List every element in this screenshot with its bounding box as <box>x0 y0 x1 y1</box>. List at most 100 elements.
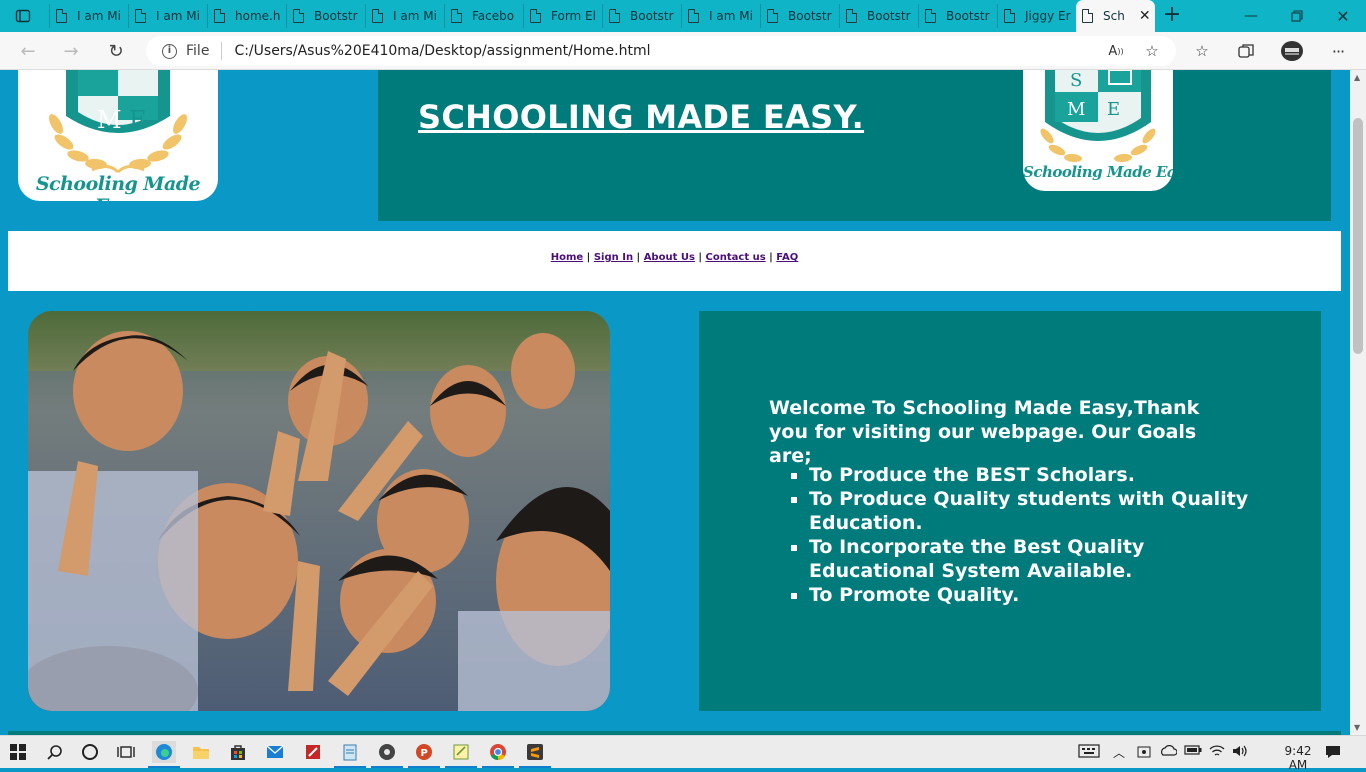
logo-letter: S <box>1070 70 1082 91</box>
onedrive-icon[interactable] <box>1159 744 1178 760</box>
file-explorer-icon[interactable] <box>189 741 213 763</box>
nav-link-contact-us[interactable]: Contact us <box>706 252 766 263</box>
browser-tab[interactable]: Facebo <box>444 4 523 28</box>
new-tab-button[interactable]: + <box>1160 4 1184 28</box>
goals-list: To Produce the BEST Scholars. To Produce… <box>809 463 1269 607</box>
logo-left: M E Schooling Made Easy <box>18 70 218 201</box>
document-icon <box>925 9 936 23</box>
scroll-up-icon[interactable]: ▲ <box>1354 73 1360 82</box>
browser-tab[interactable]: Bootstr <box>760 4 839 28</box>
address-divider <box>221 42 223 60</box>
goal-item: To Produce Quality students with Quality… <box>809 487 1269 535</box>
close-window-icon[interactable]: ✕ <box>1320 0 1366 32</box>
read-aloud-icon[interactable]: A)) <box>1104 40 1128 62</box>
windows-start-icon[interactable] <box>6 741 30 763</box>
scroll-down-icon[interactable]: ▼ <box>1354 723 1360 732</box>
banner-title: SCHOOLING MADE EASY. <box>418 98 865 136</box>
media-player-icon[interactable] <box>371 741 403 768</box>
logo-caption: Schooling Made Easy <box>35 173 201 201</box>
document-icon <box>530 9 541 23</box>
welcome-panel: Welcome To Schooling Made Easy,Thank you… <box>699 311 1321 711</box>
browser-tab[interactable]: Jiggy Er <box>997 4 1076 28</box>
nav-link-faq[interactable]: FAQ <box>776 252 798 263</box>
goal-item: To Produce the BEST Scholars. <box>809 463 1269 487</box>
document-icon <box>688 9 699 23</box>
edge-taskbar-icon[interactable] <box>148 741 180 768</box>
scrollbar-thumb[interactable] <box>1353 118 1363 354</box>
browser-tab[interactable]: home.h <box>207 4 286 28</box>
students-photo <box>28 311 610 711</box>
browser-tab[interactable]: I am Mi <box>49 4 128 28</box>
powerpoint-icon[interactable]: P <box>408 741 440 768</box>
address-bar[interactable]: i File C:/Users/Asus%20E410ma/Desktop/as… <box>146 36 1176 66</box>
wifi-icon[interactable] <box>1209 744 1225 762</box>
add-favorite-icon[interactable]: ☆ <box>1140 40 1164 62</box>
task-view-icon[interactable] <box>114 741 138 763</box>
nav-link-sign-in[interactable]: Sign In <box>594 252 633 263</box>
nav-link-about-us[interactable]: About Us <box>644 252 695 263</box>
minimize-icon[interactable]: — <box>1228 0 1274 32</box>
cortana-icon[interactable] <box>78 741 102 763</box>
goal-item: To Promote Quality. <box>809 583 1269 607</box>
document-icon <box>372 9 383 23</box>
volume-icon[interactable] <box>1232 744 1248 762</box>
nav-bar: Home | Sign In | About Us | Contact us |… <box>8 231 1341 291</box>
logo-letter: E <box>129 106 147 134</box>
logo-caption: Schooling Made Easy <box>1023 163 1173 181</box>
browser-tab[interactable]: I am Mi <box>128 4 207 28</box>
browser-tab-active[interactable]: Sch ✕ <box>1076 0 1155 32</box>
goal-item: To Incorporate the Best Quality Educatio… <box>809 535 1269 583</box>
browser-tab[interactable]: Bootstr <box>602 4 681 28</box>
url-text[interactable]: C:/Users/Asus%20E410ma/Desktop/assignmen… <box>234 43 650 59</box>
document-icon <box>1082 9 1093 23</box>
info-icon[interactable]: i <box>162 43 177 59</box>
file-scheme-label: File <box>186 43 210 59</box>
restore-icon[interactable] <box>1274 0 1320 32</box>
notifications-icon[interactable] <box>1325 744 1341 764</box>
forward-icon[interactable]: → <box>59 39 83 63</box>
search-icon[interactable] <box>43 741 67 763</box>
settings-more-icon[interactable]: ··· <box>1326 40 1350 62</box>
profile-avatar[interactable] <box>1280 40 1304 62</box>
browser-tab[interactable]: I am Mi <box>681 4 760 28</box>
notes-app-icon[interactable] <box>445 741 477 768</box>
collections-icon[interactable] <box>1234 40 1258 62</box>
close-tab-icon[interactable]: ✕ <box>1139 8 1151 24</box>
logo-right: S M E Schooling Made Easy <box>1023 70 1173 191</box>
taskbar: P ︿ 9:42 AM <box>0 735 1366 772</box>
favorites-icon[interactable]: ☆ <box>1190 40 1214 62</box>
snip-tool-icon[interactable] <box>301 741 325 763</box>
document-icon <box>451 9 462 23</box>
mail-icon[interactable] <box>263 741 287 763</box>
browser-tab[interactable]: Bootstr <box>286 4 365 28</box>
document-icon <box>767 9 778 23</box>
logo-letter: M <box>1067 99 1085 120</box>
chrome-icon[interactable] <box>482 741 514 768</box>
document-icon <box>56 9 67 23</box>
notepad-icon[interactable] <box>334 741 366 768</box>
chevron-up-icon[interactable]: ︿ <box>1113 744 1125 761</box>
store-icon[interactable] <box>226 741 250 763</box>
welcome-text: Welcome To Schooling Made Easy,Thank you… <box>769 397 1200 467</box>
document-icon <box>609 9 620 23</box>
address-toolbar: ← → ↻ i File C:/Users/Asus%20E410ma/Desk… <box>0 32 1366 70</box>
browser-tab[interactable]: Bootstr <box>918 4 997 28</box>
browser-tab[interactable]: Form El <box>523 4 602 28</box>
browser-tab[interactable]: Bootstr <box>839 4 918 28</box>
logo-letter: E <box>1107 99 1120 120</box>
tab-actions-icon[interactable] <box>0 0 46 32</box>
meet-now-icon[interactable] <box>1137 744 1151 762</box>
nav-link-home[interactable]: Home <box>551 252 583 263</box>
logo-letter: M <box>97 106 122 134</box>
back-icon[interactable]: ← <box>16 39 40 63</box>
banner: SCHOOLING MADE EASY. <box>378 70 1331 221</box>
keyboard-icon[interactable] <box>1078 744 1100 762</box>
browser-tab-strip: I am Mi I am Mi home.h Bootstr I am Mi F… <box>0 0 1366 32</box>
browser-tab[interactable]: I am Mi <box>365 4 444 28</box>
sublime-text-icon[interactable] <box>519 741 551 768</box>
document-icon <box>293 9 304 23</box>
vertical-scrollbar[interactable]: ▲ ▼ <box>1350 70 1366 735</box>
refresh-icon[interactable]: ↻ <box>104 39 128 63</box>
battery-icon[interactable] <box>1184 744 1202 760</box>
document-icon <box>214 9 225 23</box>
